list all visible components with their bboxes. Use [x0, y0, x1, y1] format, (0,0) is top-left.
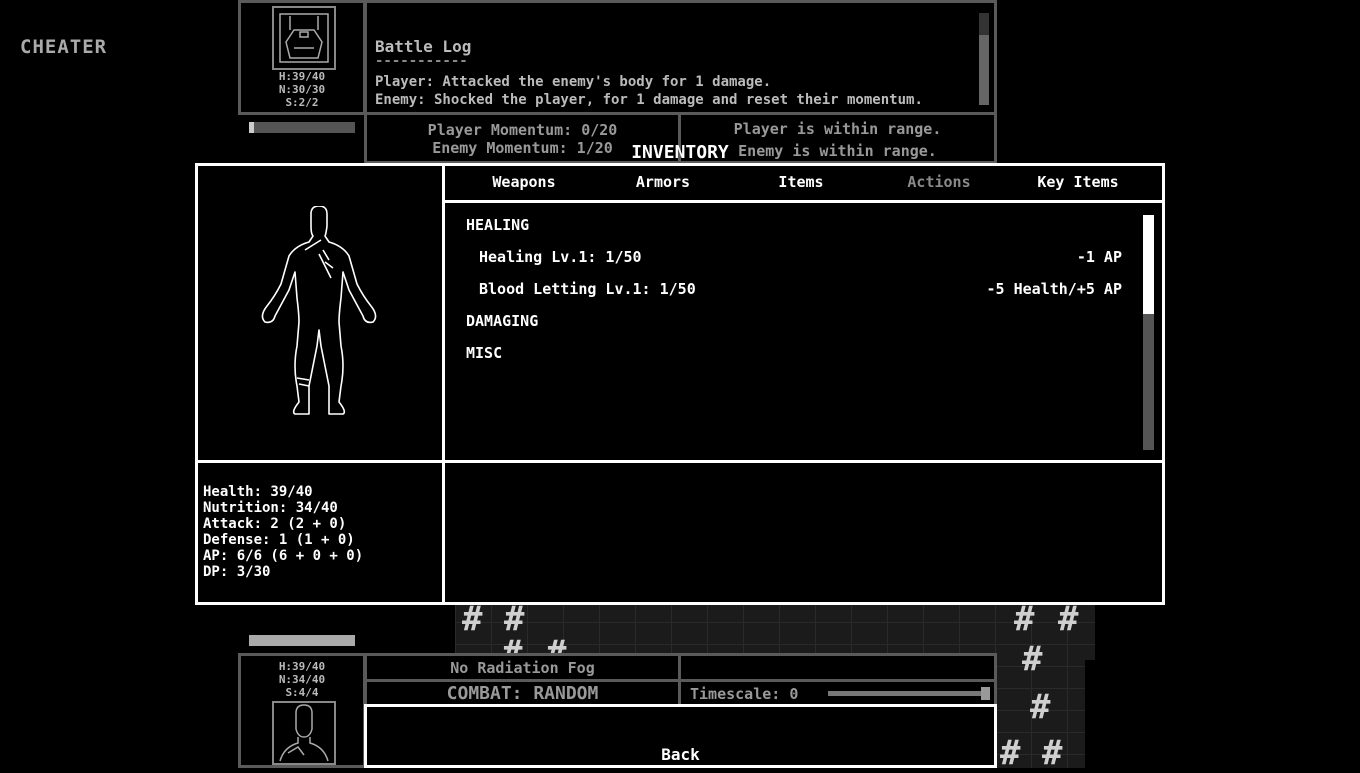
- wall-tile: #: [504, 599, 525, 639]
- wall-tile: #: [1000, 733, 1021, 773]
- wall-tile: #: [462, 599, 483, 639]
- enemy-stamina: S:2/2: [285, 96, 319, 109]
- wall-tile: #: [1042, 733, 1063, 773]
- category-misc: MISC: [466, 344, 503, 362]
- body-silhouette-icon: [261, 206, 377, 415]
- fog-panel: No Radiation Fog: [364, 653, 681, 682]
- stat-attack: Attack: 2 (2 + 0): [203, 516, 347, 532]
- tab-actions[interactable]: Actions: [879, 173, 999, 191]
- battle-log-scrollbar[interactable]: [979, 13, 989, 105]
- battle-log-divider: -----------: [375, 53, 468, 69]
- enemy-portrait: [272, 6, 336, 70]
- wall-tile: #: [1014, 599, 1035, 639]
- wall-tile: #: [1058, 599, 1079, 639]
- tab-items[interactable]: Items: [741, 173, 861, 191]
- player-stats-list: Health: 39/40 Nutrition: 34/40 Attack: 2…: [203, 484, 363, 580]
- action-healing[interactable]: Healing Lv.1: 1/50: [479, 248, 642, 266]
- action-healing-cost: -1 AP: [1076, 248, 1122, 266]
- stat-ap: AP: 6/6 (6 + 0 + 0): [203, 548, 364, 564]
- tab-weapons[interactable]: Weapons: [464, 173, 584, 191]
- tab-key-items[interactable]: Key Items: [1018, 173, 1138, 191]
- battle-log-panel: Battle Log ----------- Player: Attacked …: [364, 0, 997, 115]
- battle-log-line: Player: Attacked the enemy's body for 1 …: [375, 74, 772, 90]
- player-panel: H:39/40 N:34/40 S:4/4: [238, 653, 366, 768]
- timescale-slider-handle[interactable]: [981, 687, 990, 700]
- enemy-robot-icon: [279, 13, 329, 63]
- cheater-label: CHEATER: [20, 36, 108, 58]
- fog-status: No Radiation Fog: [450, 659, 595, 677]
- player-portrait: [272, 701, 336, 765]
- enemy-panel: H:39/40 N:30/30 S:2/2: [238, 0, 366, 115]
- combat-mode: COMBAT: RANDOM: [446, 683, 599, 704]
- player-nutrition: N:34/40: [278, 673, 326, 686]
- enemy-momentum-bar: [249, 122, 355, 133]
- combat-panel: COMBAT: RANDOM: [364, 679, 681, 707]
- inventory-title: INVENTORY: [631, 142, 729, 163]
- category-damaging: DAMAGING: [466, 312, 539, 330]
- stat-defense: Defense: 1 (1 + 0): [203, 532, 355, 548]
- action-blood-letting[interactable]: Blood Letting Lv.1: 1/50: [479, 280, 696, 298]
- player-range: Player is within range.: [733, 120, 942, 138]
- actions-list-panel: [442, 200, 1165, 463]
- battle-log-scroll-thumb[interactable]: [979, 35, 989, 105]
- player-health: H:39/40: [278, 660, 326, 673]
- player-momentum-bar: [249, 635, 355, 646]
- enemy-momentum-fill: [249, 122, 255, 133]
- back-button[interactable]: Back: [364, 704, 997, 768]
- actions-scrollbar[interactable]: [1143, 215, 1154, 450]
- empty-status-panel: [678, 653, 997, 682]
- back-button-label: Back: [661, 745, 700, 764]
- wall-tile: #: [1030, 687, 1051, 727]
- timescale-panel: Timescale: 0: [678, 679, 997, 707]
- player-head-icon: [279, 704, 329, 762]
- stat-nutrition: Nutrition: 34/40: [203, 500, 338, 516]
- body-panel: [195, 163, 445, 463]
- wall-tile: #: [1022, 639, 1043, 679]
- tab-armors[interactable]: Armors: [603, 173, 723, 191]
- player-momentum: Player Momentum: 0/20: [427, 121, 618, 139]
- actions-scroll-thumb[interactable]: [1143, 215, 1154, 314]
- action-blood-letting-cost: -5 Health/+5 AP: [986, 280, 1122, 298]
- description-panel: [442, 460, 1165, 605]
- enemy-nutrition: N:30/30: [278, 83, 326, 96]
- timescale-slider[interactable]: [828, 687, 990, 700]
- stat-dp: DP: 3/30: [203, 564, 271, 580]
- battle-log-line: Enemy: Shocked the player, for 1 damage …: [375, 92, 923, 108]
- player-stamina: S:4/4: [285, 686, 319, 699]
- category-healing: HEALING: [466, 216, 530, 234]
- enemy-health: H:39/40: [278, 70, 326, 83]
- timescale-label: Timescale: 0: [690, 685, 799, 703]
- stat-health: Health: 39/40: [203, 484, 313, 500]
